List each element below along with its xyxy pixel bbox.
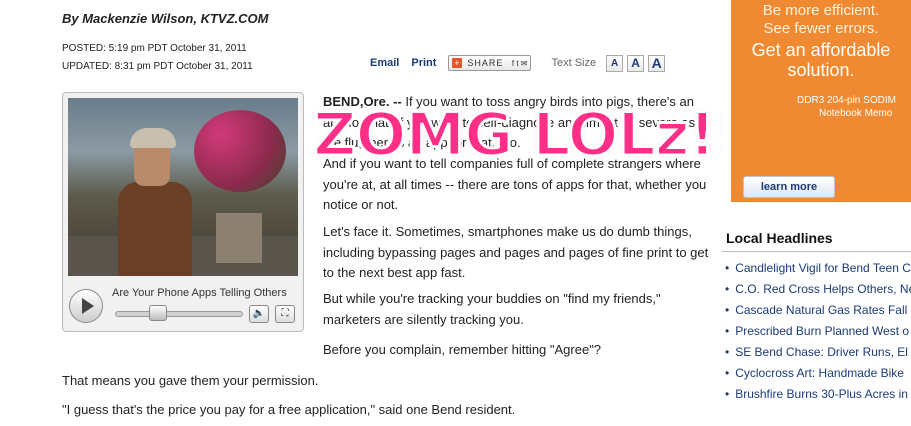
ad-tagline: Get an affordable solution.: [751, 40, 891, 80]
seek-handle[interactable]: [149, 305, 167, 321]
article-byline: By Mackenzie Wilson, KTVZ.COM: [62, 11, 269, 26]
planter: [216, 213, 262, 263]
paragraph-3: Let's face it. Sometimes, smartphones ma…: [323, 224, 709, 280]
paragraph-5: Before you complain, remember hitting "A…: [323, 342, 602, 357]
advertisement[interactable]: Be more efficient. See fewer errors. Get…: [731, 0, 911, 202]
text-size-small-button[interactable]: A: [606, 54, 624, 72]
bullet-icon: •: [725, 303, 730, 317]
headline-item[interactable]: • Candlelight Vigil for Bend Teen C: [725, 258, 911, 279]
bullet-icon: •: [725, 282, 730, 296]
ad-product: DDR3 204-pin SODIM Notebook Memo: [797, 95, 896, 119]
volume-icon[interactable]: 🔈: [249, 305, 269, 323]
addthis-plus-icon: +: [452, 58, 463, 68]
posted-date: POSTED: 5:19 pm PDT October 31, 2011: [62, 43, 247, 54]
video-title: Are Your Phone Apps Telling Others: [112, 287, 287, 299]
bullet-icon: •: [725, 324, 730, 338]
paragraph-7: "I guess that's the price you pay for a …: [62, 402, 516, 417]
headline-item[interactable]: • SE Bend Chase: Driver Runs, El: [725, 342, 911, 363]
headline-item[interactable]: • Prescribed Burn Planned West o: [725, 321, 911, 342]
interviewee: [118, 128, 192, 276]
bullet-icon: •: [725, 345, 730, 359]
overlay-caption: ZOMG LOLz!!: [311, 99, 743, 172]
text-size-label: Text Size: [551, 57, 597, 69]
seek-bar[interactable]: [115, 311, 243, 317]
local-headlines-title: Local Headlines: [726, 230, 833, 246]
play-icon[interactable]: [69, 289, 103, 323]
fullscreen-icon[interactable]: ⛶: [275, 305, 295, 323]
video-frame[interactable]: [68, 98, 298, 276]
paragraph-6: That means you gave them your permission…: [62, 373, 319, 388]
headline-item[interactable]: • Cyclocross Art: Handmade Bike: [725, 363, 911, 384]
bullet-icon: •: [725, 387, 730, 401]
headline-list: • Candlelight Vigil for Bend Teen C • C.O.…: [725, 258, 911, 405]
updated-date: UPDATED: 8:31 pm PDT October 31, 2011: [62, 61, 253, 72]
share-button[interactable]: + SHARE f t ✉: [448, 55, 532, 71]
divider: [722, 251, 911, 252]
article-tools: Email Print + SHARE f t ✉ Text Size A A …: [370, 54, 669, 72]
flower-basket: [194, 110, 286, 192]
paragraph-4: But while you're tracking your buddies o…: [323, 291, 661, 327]
text-size-large-button[interactable]: A: [648, 54, 666, 72]
article-area: By Mackenzie Wilson, KTVZ.COM POSTED: 5:…: [0, 0, 744, 426]
headline-item[interactable]: • Cascade Natural Gas Rates Fall: [725, 300, 911, 321]
bullet-icon: •: [725, 261, 730, 275]
print-link[interactable]: Print: [411, 57, 436, 69]
ad-headline: Be more efficient. See fewer errors.: [762, 2, 880, 37]
share-label: SHARE: [467, 58, 504, 68]
bullet-icon: •: [725, 366, 730, 380]
headline-item[interactable]: • Brushfire Burns 30-Plus Acres in: [725, 384, 911, 405]
text-size-medium-button[interactable]: A: [627, 54, 645, 72]
video-player[interactable]: Are Your Phone Apps Telling Others 🔈 ⛶: [62, 92, 304, 332]
social-icons: f t ✉: [507, 58, 528, 68]
headline-item[interactable]: • C.O. Red Cross Helps Others, Ne: [725, 279, 911, 300]
learn-more-button[interactable]: learn more: [743, 176, 835, 198]
email-link[interactable]: Email: [370, 57, 399, 69]
